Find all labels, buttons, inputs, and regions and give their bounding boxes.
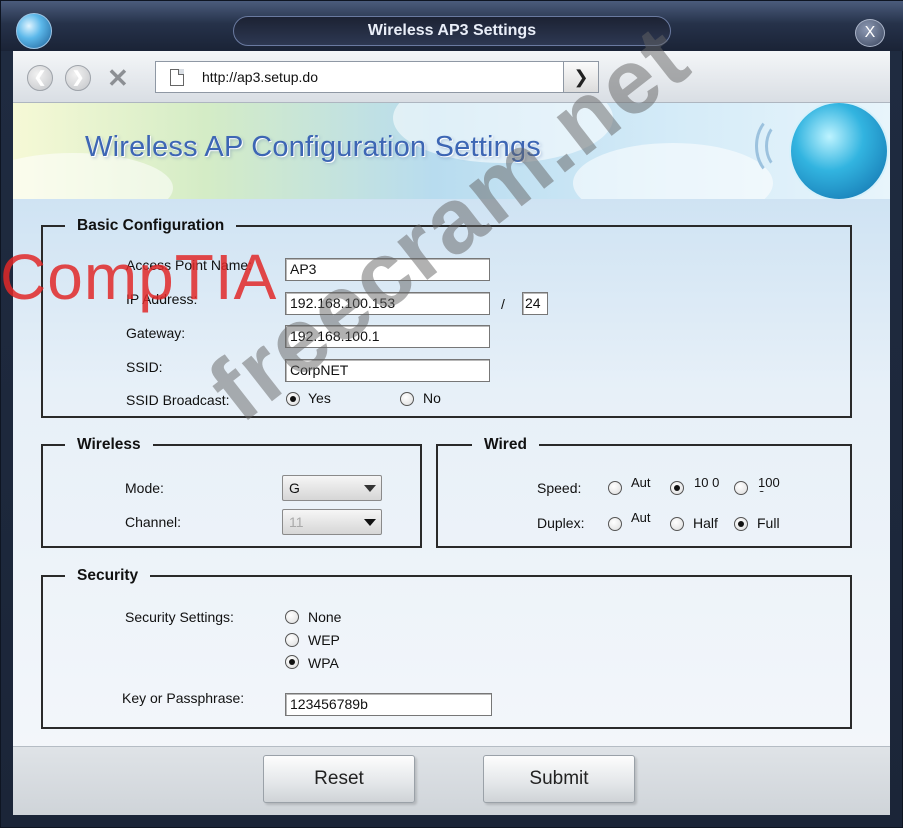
form-footer: Reset Submit: [13, 746, 890, 815]
security-legend: Security: [77, 567, 139, 584]
forward-arrow-icon[interactable]: ❯: [65, 65, 91, 91]
security-wep-label: WEP: [308, 632, 340, 648]
url-text: http://ap3.setup.do: [202, 69, 318, 85]
ssid-broadcast-label: SSID Broadcast:: [126, 392, 230, 408]
ap-name-input[interactable]: AP3: [285, 258, 490, 281]
stop-x-icon[interactable]: ✕: [107, 63, 129, 94]
wired-legend: Wired: [484, 436, 527, 453]
duplex-auto-label: Aut o: [631, 511, 651, 527]
channel-select[interactable]: 11: [282, 509, 382, 535]
speed-label: Speed:: [537, 480, 582, 496]
app-window: Wireless AP3 Settings X ❮ ❯ ✕ http://ap3…: [0, 0, 903, 828]
security-wpa-radio[interactable]: [285, 655, 299, 669]
broadcast-yes-radio[interactable]: [286, 392, 300, 406]
basic-config-group: Basic Configuration: [41, 217, 852, 418]
network-globe-icon: [789, 103, 889, 199]
duplex-label: Duplex:: [537, 515, 585, 531]
passphrase-input[interactable]: 123456789b: [285, 693, 492, 716]
channel-label: Channel:: [125, 514, 182, 530]
duplex-full-label: Full: [757, 515, 780, 531]
page-icon: [170, 68, 184, 86]
gateway-label: Gateway:: [126, 325, 186, 341]
broadcast-no-radio[interactable]: [400, 392, 414, 406]
duplex-half-label: Half: [693, 515, 718, 531]
broadcast-yes-label: Yes: [308, 390, 331, 406]
subnet-prefix-input[interactable]: 24: [522, 292, 548, 315]
wireless-legend: Wireless: [77, 436, 141, 453]
speed-1000-radio[interactable]: [734, 481, 748, 495]
broadcast-no-label: No: [423, 390, 441, 406]
basic-config-legend: Basic Configuration: [77, 217, 225, 234]
passphrase-label: Key or Passphrase:: [122, 690, 245, 706]
gateway-input[interactable]: 192.168.100.1: [285, 325, 490, 348]
ip-slash: /: [501, 296, 505, 312]
security-wep-radio[interactable]: [285, 633, 299, 647]
duplex-auto-radio[interactable]: [608, 517, 622, 531]
title-pill: Wireless AP3 Settings: [233, 16, 671, 46]
wired-group: Wired: [436, 436, 852, 548]
browser-content: ❮ ❯ ✕ http://ap3.setup.do ❯ Wireless AP …: [13, 51, 890, 815]
title-bar: Wireless AP3 Settings X: [1, 1, 903, 51]
ap-name-label: Access Point Name:: [126, 257, 253, 273]
channel-value: 11: [289, 514, 304, 530]
security-none-radio[interactable]: [285, 610, 299, 624]
chevron-down-icon: [364, 519, 376, 526]
mode-label: Mode:: [125, 480, 164, 496]
reset-button[interactable]: Reset: [263, 755, 415, 803]
duplex-half-radio[interactable]: [670, 517, 684, 531]
close-icon[interactable]: X: [855, 19, 885, 47]
mode-value: G: [289, 480, 300, 496]
speed-100-radio[interactable]: [670, 481, 684, 495]
go-arrow-icon[interactable]: ❯: [563, 61, 599, 93]
browser-toolbar: ❮ ❯ ✕ http://ap3.setup.do ❯: [13, 51, 890, 103]
security-none-label: None: [308, 609, 342, 625]
speed-100-label: 10 0: [694, 476, 720, 490]
header-banner: Wireless AP Configuration Settings: [13, 103, 890, 199]
speed-auto-radio[interactable]: [608, 481, 622, 495]
security-settings-label: Security Settings:: [125, 609, 234, 625]
address-bar[interactable]: http://ap3.setup.do: [155, 61, 565, 93]
security-wpa-label: WPA: [308, 655, 339, 671]
globe-icon: [16, 13, 52, 49]
back-arrow-icon[interactable]: ❮: [27, 65, 53, 91]
submit-button[interactable]: Submit: [483, 755, 635, 803]
chevron-down-icon: [364, 485, 376, 492]
ip-address-label: IP Address:: [126, 291, 198, 307]
duplex-full-radio[interactable]: [734, 517, 748, 531]
speed-1000-label: 100 0: [758, 476, 780, 492]
mode-select[interactable]: G: [282, 475, 382, 501]
speed-auto-label: Aut o: [631, 476, 651, 492]
ssid-label: SSID:: [126, 359, 163, 375]
ip-address-input[interactable]: 192.168.100.153: [285, 292, 490, 315]
settings-form: Basic Configuration Access Point Name: A…: [13, 199, 890, 746]
ssid-input[interactable]: CorpNET: [285, 359, 490, 382]
window-title: Wireless AP3 Settings: [367, 22, 537, 39]
page-title: Wireless AP Configuration Settings: [85, 131, 541, 163]
